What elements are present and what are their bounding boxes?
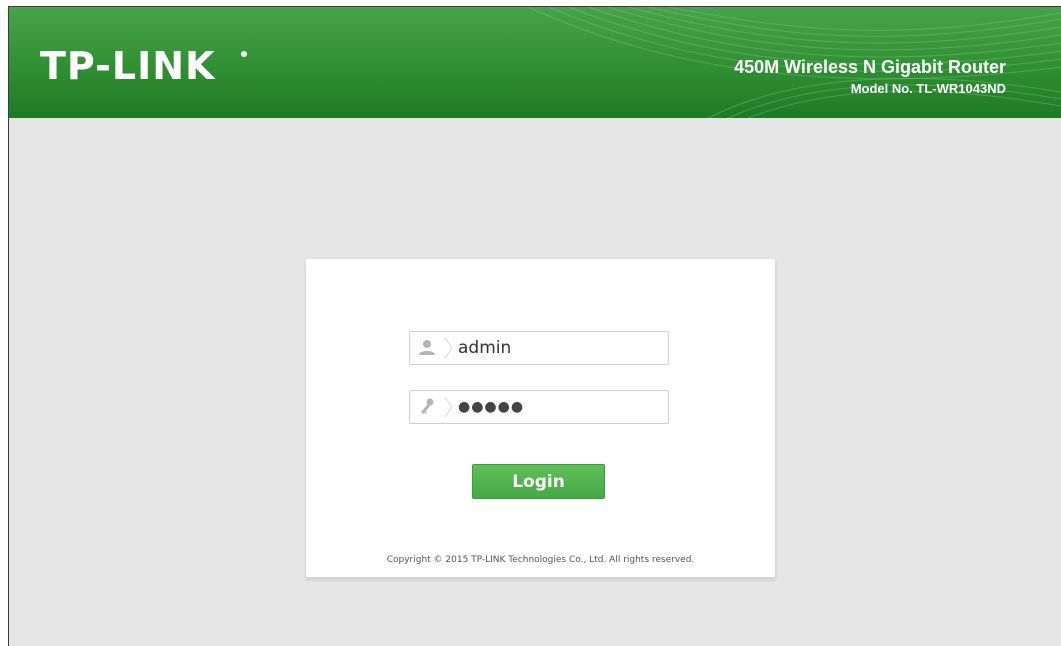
password-field[interactable]: ●●●●● bbox=[409, 390, 669, 424]
username-input[interactable]: admin bbox=[458, 332, 511, 364]
login-panel-shadow bbox=[306, 579, 775, 583]
field-separator bbox=[444, 396, 454, 418]
login-panel: admin ●●●●● Login Copyright © 2015 TP-LI… bbox=[306, 259, 775, 577]
model-number: Model No. TL-WR1043ND bbox=[850, 81, 1006, 96]
password-input[interactable]: ●●●●● bbox=[458, 391, 524, 423]
header-banner: TP-LINK 450M Wireless N Gigabit Router M… bbox=[9, 7, 1061, 118]
registered-mark bbox=[241, 51, 247, 57]
copyright-text: Copyright © 2015 TP-LINK Technologies Co… bbox=[386, 555, 695, 565]
tp-link-logo: TP-LINK bbox=[40, 44, 216, 88]
router-login-page: TP-LINK 450M Wireless N Gigabit Router M… bbox=[8, 6, 1061, 646]
user-icon bbox=[410, 332, 444, 364]
key-icon bbox=[410, 391, 444, 423]
product-name: 450M Wireless N Gigabit Router bbox=[734, 57, 1006, 77]
login-button[interactable]: Login bbox=[472, 464, 605, 499]
field-separator bbox=[444, 337, 454, 359]
username-field[interactable]: admin bbox=[409, 331, 669, 365]
